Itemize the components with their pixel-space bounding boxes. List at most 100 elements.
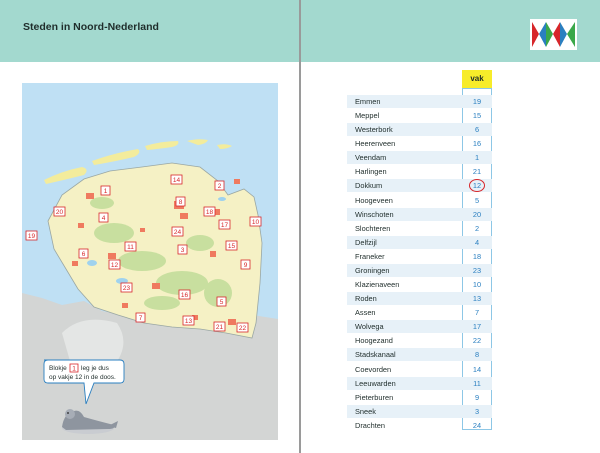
- map-tile-11: 11: [124, 241, 137, 252]
- vak-number: 22: [472, 336, 482, 346]
- svg-text:16: 16: [181, 292, 189, 299]
- vak-number: 7: [474, 308, 480, 318]
- city-name: Hoogeveen: [355, 195, 393, 205]
- vak-number: 9: [474, 392, 480, 402]
- map-tile-10: 10: [249, 216, 262, 227]
- table-row: Emmen 19: [347, 95, 492, 108]
- svg-text:23: 23: [123, 285, 131, 292]
- svg-text:21: 21: [216, 324, 224, 331]
- table-row: Hoogeveen 5: [347, 194, 492, 207]
- map-tile-1: 1: [100, 185, 111, 196]
- table-row: Slochteren 2: [347, 222, 492, 235]
- svg-text:op vakje 12 in de doos.: op vakje 12 in de doos.: [49, 374, 116, 381]
- city-name: Meppel: [355, 111, 380, 121]
- vak-number: 15: [472, 111, 482, 121]
- city-name: Dokkum: [355, 181, 383, 191]
- table-row: Veendam 1: [347, 151, 492, 165]
- map-tile-14: 14: [170, 174, 183, 185]
- vak-number: 24: [472, 420, 482, 430]
- table-row: Wolvega 17: [347, 320, 492, 334]
- table-row: Groningen 23: [347, 263, 492, 277]
- map-tile-12: 12: [108, 259, 121, 270]
- table-row: Roden 13: [347, 292, 492, 306]
- table-row: Heerenveen 16: [347, 137, 492, 150]
- svg-text:6: 6: [82, 251, 86, 258]
- map-tile-21: 21: [213, 321, 226, 332]
- city-name: Coevorden: [355, 364, 392, 374]
- right-page: vak Emmen 19 Meppel 15 Westerbork 6 Heerenveen…: [301, 0, 600, 453]
- svg-text:3: 3: [181, 247, 185, 254]
- map-tile-2: 2: [214, 180, 225, 191]
- svg-text:5: 5: [220, 299, 224, 306]
- city-name: Klazienaveen: [355, 280, 400, 290]
- city-name: Sneek: [355, 406, 376, 416]
- svg-text:15: 15: [228, 243, 236, 250]
- svg-text:20: 20: [56, 209, 64, 216]
- city-name: Hoogezand: [355, 336, 393, 346]
- table-row: Harlingen 21: [347, 165, 492, 178]
- city-name: Stadskanaal: [355, 350, 396, 360]
- map-tile-22: 22: [236, 322, 249, 333]
- vak-number: 18: [472, 251, 482, 261]
- left-page: Steden in Noord-Nederland 1 2 3 4 5 6 7 …: [0, 0, 299, 453]
- vak-number: 14: [472, 364, 482, 374]
- vak-number: 6: [474, 125, 480, 135]
- map-tile-8: 8: [175, 196, 186, 207]
- vak-number: 17: [472, 322, 482, 332]
- map-tile-16: 16: [178, 289, 191, 300]
- city-name: Westerbork: [355, 125, 393, 135]
- map-tile-18: 18: [203, 206, 216, 217]
- svg-text:24: 24: [174, 229, 182, 236]
- svg-text:14: 14: [173, 177, 181, 184]
- map-tile-5: 5: [216, 296, 227, 307]
- table-row: Klazienaveen 10: [347, 278, 492, 291]
- vak-number: 3: [474, 406, 480, 416]
- svg-text:2: 2: [218, 183, 222, 190]
- vak-number: 23: [472, 265, 482, 275]
- svg-text:10: 10: [252, 219, 260, 226]
- brand-logo: [530, 19, 577, 50]
- city-name: Groningen: [355, 265, 390, 275]
- map-tile-7: 7: [135, 312, 146, 323]
- svg-text:leg je dus: leg je dus: [81, 365, 110, 372]
- svg-text:18: 18: [206, 209, 214, 216]
- svg-text:22: 22: [239, 325, 247, 332]
- city-name: Harlingen: [355, 167, 387, 177]
- map-tile-13: 13: [182, 315, 195, 326]
- map-tile-19: 19: [25, 230, 38, 241]
- table-row: Coevorden 14: [347, 363, 492, 376]
- city-name: Drachten: [355, 420, 385, 430]
- map-tile-23: 23: [120, 282, 133, 293]
- table-row: Drachten 24: [347, 419, 492, 432]
- table-row: Assen 7: [347, 306, 492, 319]
- vak-number: 10: [472, 280, 482, 290]
- vak-number: 5: [474, 195, 480, 205]
- table-row: Winschoten 20: [347, 207, 492, 221]
- svg-text:1: 1: [104, 188, 108, 195]
- table-row: Sneek 3: [347, 404, 492, 418]
- map-tile-9: 9: [240, 259, 251, 270]
- city-name: Slochteren: [355, 223, 391, 233]
- page-title: Steden in Noord-Nederland: [23, 21, 159, 33]
- svg-text:Blokje: Blokje: [49, 365, 67, 372]
- map-tile-17: 17: [218, 219, 231, 230]
- svg-text:17: 17: [221, 222, 229, 229]
- city-name: Pieterburen: [355, 392, 394, 402]
- vak-number: 16: [472, 139, 482, 149]
- svg-text:4: 4: [102, 215, 106, 222]
- table-row: Meppel 15: [347, 109, 492, 122]
- svg-text:13: 13: [185, 318, 193, 325]
- vak-column-header: vak: [462, 70, 492, 88]
- svg-text:12: 12: [111, 262, 119, 269]
- map-tile-6: 6: [78, 248, 89, 259]
- vak-number: 19: [472, 97, 482, 106]
- vak-number: 4: [474, 237, 480, 247]
- city-name: Delfzijl: [355, 237, 377, 247]
- table-row: Franeker 18: [347, 250, 492, 263]
- city-name: Emmen: [355, 97, 381, 106]
- city-name: Wolvega: [355, 322, 384, 332]
- table-row: Pieterburen 9: [347, 391, 492, 404]
- vak-number: 13: [472, 294, 482, 304]
- city-name: Veendam: [355, 153, 387, 163]
- table-row: Hoogezand 22: [347, 334, 492, 347]
